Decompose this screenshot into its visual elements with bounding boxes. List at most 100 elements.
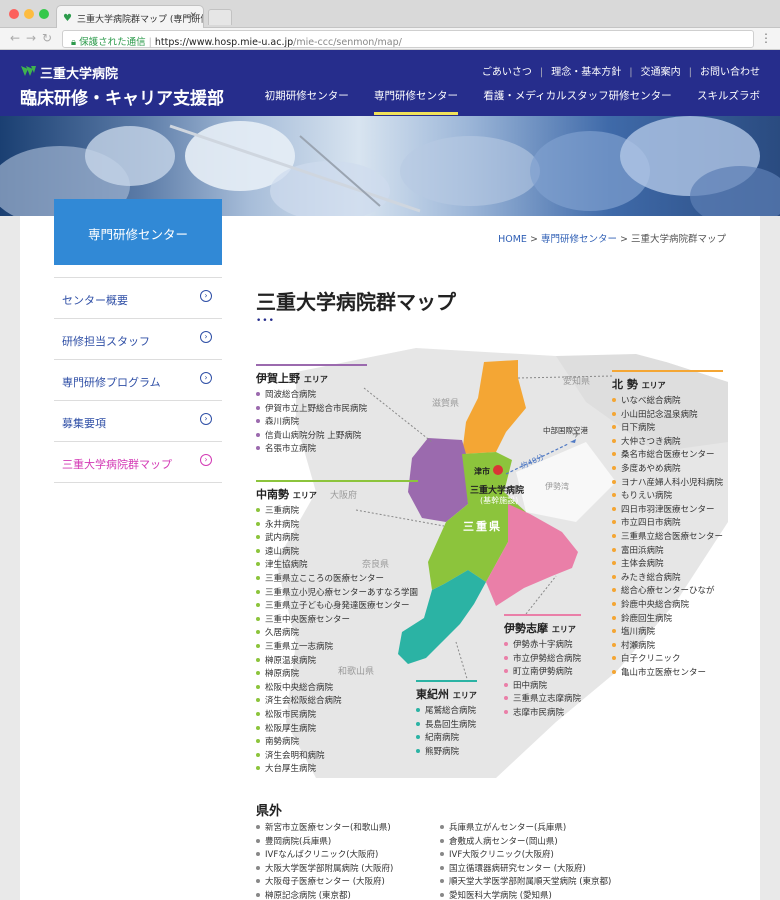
hospital-name: 尾鷲総合病院 bbox=[425, 706, 477, 716]
hospital-name: 総合心療センターひなが bbox=[621, 586, 715, 597]
sidebar-item-programs[interactable]: 専門研修プログラム › bbox=[54, 360, 222, 401]
hospital-name: 志摩市民病院 bbox=[513, 707, 565, 718]
tsu-marker-icon bbox=[493, 465, 503, 475]
sidebar-item-hospital-map[interactable]: 三重大学病院群マップ › bbox=[54, 442, 222, 483]
hospital-name: 倉敷成人病センター(岡山県) bbox=[449, 836, 558, 847]
area-chunansei: 中南勢 エリア 三重病院 永井病院 武内病院 遠山病院 津生協病院 三重県立こころの医療セ… bbox=[256, 480, 419, 777]
sidebar-title[interactable]: 専門研修センター bbox=[54, 199, 222, 265]
bullet-icon bbox=[256, 589, 260, 594]
outside-prefecture-title: 県外 bbox=[256, 804, 283, 819]
hospital-list-item: 紀南病院 bbox=[416, 732, 477, 746]
bullet-icon bbox=[256, 562, 260, 567]
bullet-icon bbox=[440, 892, 444, 897]
area-hokusei-heading: 北 勢 エリア bbox=[612, 370, 724, 395]
hospital-list-item: 愛知医科大学病院 (愛知県) bbox=[440, 890, 611, 900]
hospital-name: 豊岡病院(兵庫県) bbox=[265, 836, 332, 847]
nav-specialist-training[interactable]: 専門研修センター bbox=[374, 88, 459, 115]
back-icon[interactable]: ← bbox=[10, 31, 20, 45]
address-bar[interactable]: 🔒︎ 保護された通信 | https://www.hosp.mie-u.ac.j… bbox=[62, 30, 754, 48]
area-name: 伊勢志摩 bbox=[504, 622, 548, 635]
hospital-name: 榊原温泉病院 bbox=[265, 655, 317, 666]
hospital-list-item: 大仲さつき病院 bbox=[612, 436, 723, 450]
hospital-logo-icon[interactable] bbox=[20, 64, 36, 78]
hospital-list-item: 倉敷成人病センター(岡山県) bbox=[440, 836, 611, 850]
bullet-icon bbox=[256, 643, 260, 648]
area-iseshima-heading: 伊勢志摩 エリア bbox=[504, 614, 582, 639]
link-philosophy[interactable]: 理念・基本方針 bbox=[551, 67, 621, 78]
hospital-name: 熊野病院 bbox=[425, 746, 460, 757]
bullet-icon bbox=[440, 879, 444, 884]
hospital-name: 永井病院 bbox=[265, 519, 300, 530]
hospital-list-item: 榊原記念病院 (東京都) bbox=[256, 890, 393, 900]
bullet-icon bbox=[256, 392, 260, 396]
outside-list-right: 兵庫県立がんセンター(兵庫県) 倉敷成人病センター(岡山県) IVF大阪クリニック(… bbox=[440, 822, 611, 900]
link-greeting[interactable]: ごあいさつ bbox=[482, 67, 532, 78]
tab-close-icon[interactable]: ✕ bbox=[189, 11, 197, 21]
sidebar-item-label: 三重大学病院群マップ bbox=[62, 458, 172, 471]
bullet-icon bbox=[612, 411, 616, 416]
browser-toolbar: ← → ↻ 🔒︎ 保護された通信 | https://www.hosp.mie-… bbox=[0, 28, 780, 50]
maximize-window-button[interactable] bbox=[39, 9, 49, 19]
sidebar-item-recruitment[interactable]: 募集要項 › bbox=[54, 401, 222, 442]
bullet-icon bbox=[416, 708, 420, 712]
link-access[interactable]: 交通案内 bbox=[641, 67, 681, 78]
chevron-right-icon: › bbox=[200, 372, 212, 384]
link-contact[interactable]: お問い合わせ bbox=[700, 67, 760, 78]
area-higashikishu-list: 尾鷲総合病院 長島回生病院 紀南病院 熊野病院 bbox=[416, 705, 477, 759]
hospital-name: 鈴鹿中央総合病院 bbox=[621, 599, 690, 610]
hospital-list-item: 町立南伊勢病院 bbox=[504, 666, 581, 680]
reload-icon[interactable]: ↻ bbox=[42, 31, 52, 45]
chevron-right-icon: › bbox=[200, 454, 212, 466]
minimize-window-button[interactable] bbox=[24, 9, 34, 19]
sidebar-item-staff[interactable]: 研修担当スタッフ › bbox=[54, 319, 222, 360]
bullet-icon bbox=[504, 669, 508, 674]
chevron-right-icon: › bbox=[200, 290, 212, 302]
hospital-list-item: 済生会松阪総合病院 bbox=[256, 695, 418, 709]
nav-skills-lab[interactable]: スキルズラボ bbox=[697, 88, 760, 103]
breadcrumb: HOME > 専門研修センター > 三重大学病院群マップ bbox=[498, 231, 726, 245]
hospital-name[interactable]: 三重大学病院 bbox=[40, 63, 118, 82]
breadcrumb-separator: > bbox=[619, 234, 628, 245]
hospital-list-item: 武内病院 bbox=[256, 532, 418, 546]
hospital-name: 三重中央医療センター bbox=[265, 614, 351, 625]
close-window-button[interactable] bbox=[9, 9, 19, 19]
area-name: 伊賀上野 bbox=[256, 372, 300, 385]
map-label-shiga: 滋賀県 bbox=[432, 399, 460, 409]
browser-tab[interactable]: ♥ 三重大学病院群マップ (専門研修セ ✕ bbox=[56, 5, 204, 29]
hospital-list-item: もりえい病院 bbox=[612, 490, 723, 504]
department-name[interactable]: 臨床研修・キャリア支援部 bbox=[20, 84, 224, 109]
hospital-list-item: 新宮市立医療センター(和歌山県) bbox=[256, 822, 393, 836]
bullet-icon bbox=[612, 588, 616, 593]
bullet-icon bbox=[612, 629, 616, 634]
area-chunansei-heading: 中南勢 エリア bbox=[256, 480, 419, 505]
new-tab-button[interactable] bbox=[208, 9, 232, 25]
hospital-name: 三重県立こころの医療センター bbox=[265, 573, 385, 584]
bullet-icon bbox=[256, 725, 260, 730]
outside-list-left: 新宮市立医療センター(和歌山県) 豊岡病院(兵庫県) IVFなんばクリニック(大阪府… bbox=[256, 822, 393, 900]
bullet-icon bbox=[256, 752, 260, 757]
browser-menu-icon[interactable]: ⋮ bbox=[760, 31, 772, 45]
hospital-list-item: 松阪市民病院 bbox=[256, 709, 418, 723]
sidebar-item-overview[interactable]: センター概要 › bbox=[54, 278, 222, 319]
bullet-icon bbox=[256, 838, 260, 843]
nav-nursing-medical-staff[interactable]: 看護・メディカルスタッフ研修センター bbox=[483, 88, 671, 103]
hospital-list-item: 鈴鹿中央総合病院 bbox=[612, 599, 723, 613]
bullet-icon bbox=[612, 465, 616, 470]
hospital-list-item: 日下病院 bbox=[612, 422, 723, 436]
browser-tab-bar: ♥ 三重大学病院群マップ (専門研修セ ✕ bbox=[0, 0, 780, 29]
hospital-name: 三重県立小児心療センターあすなろ学園 bbox=[265, 587, 419, 598]
nav-initial-training[interactable]: 初期研修センター bbox=[265, 88, 349, 103]
breadcrumb-home[interactable]: HOME bbox=[498, 234, 527, 245]
hospital-list-item: 大阪大学医学部附属病院 (大阪府) bbox=[256, 863, 393, 877]
bullet-icon bbox=[416, 748, 420, 753]
hospital-name: 伊賀市立上野総合市民病院 bbox=[265, 403, 368, 414]
bullet-icon bbox=[256, 603, 260, 608]
bullet-icon bbox=[612, 547, 616, 552]
breadcrumb-parent[interactable]: 専門研修センター bbox=[541, 234, 617, 245]
forward-icon[interactable]: → bbox=[26, 31, 36, 45]
sidebar-item-label: 募集要項 bbox=[62, 417, 106, 430]
breadcrumb-separator: > bbox=[529, 234, 538, 245]
hospital-list-item: いなべ総合病院 bbox=[612, 395, 723, 409]
hospital-name: 松阪市民病院 bbox=[265, 709, 317, 720]
hospital-list-item: 岡波総合病院 bbox=[256, 389, 367, 403]
